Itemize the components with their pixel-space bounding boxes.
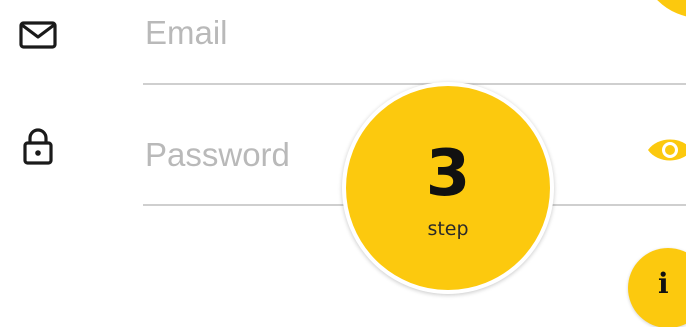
info-button[interactable]: i xyxy=(628,248,686,327)
step-number: 3 xyxy=(425,137,471,211)
step-label: step xyxy=(427,218,469,240)
email-field[interactable] xyxy=(145,11,605,55)
eye-icon xyxy=(648,139,686,161)
step-badge: 3 step xyxy=(342,82,554,294)
mail-icon xyxy=(19,21,57,49)
email-underline xyxy=(143,83,686,85)
lock-icon xyxy=(23,128,53,165)
info-icon: i xyxy=(658,267,669,300)
show-password-toggle[interactable] xyxy=(644,132,686,168)
login-form-screen: 3 step i xyxy=(0,0,686,327)
